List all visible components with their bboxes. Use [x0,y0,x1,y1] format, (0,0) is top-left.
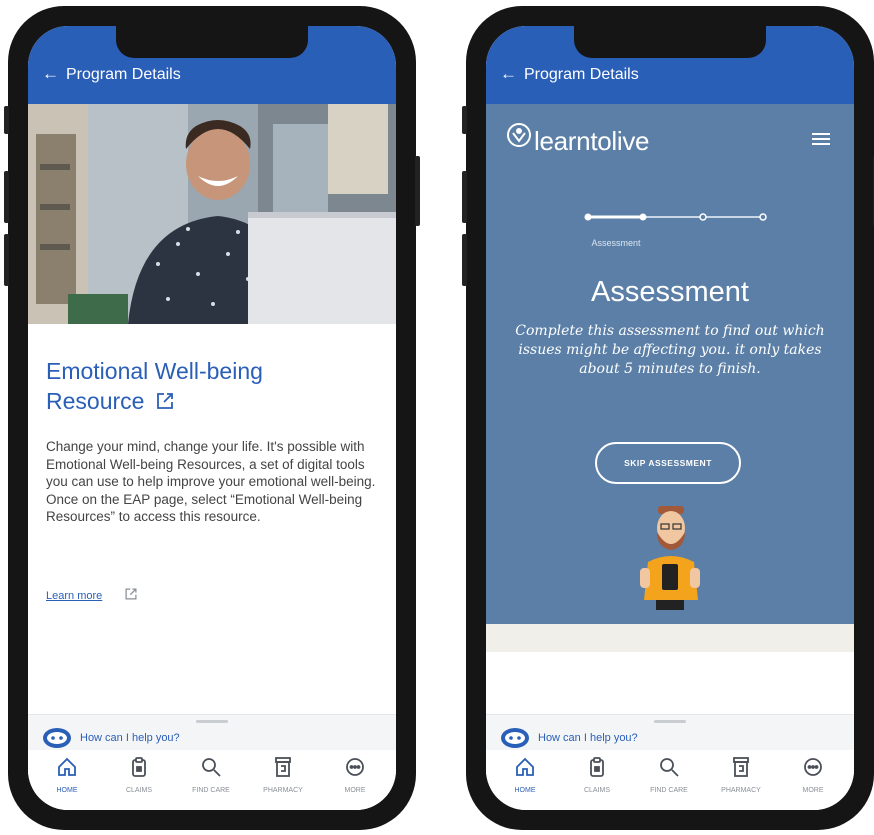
left-phone: ← Program Details Emotional Well-being R… [4,6,420,830]
tab-more[interactable]: MORE [778,756,848,794]
tab-label: HOME [514,787,536,794]
learntolive-footer-strip [486,624,854,652]
more-icon [802,758,824,782]
phone-notch [116,26,308,58]
content-description: Change your mind, change your life. It's… [46,439,376,524]
tab-home[interactable]: HOME [32,756,102,794]
tab-label: MORE [802,787,824,794]
right-screen: ← Program Details learntolive Assessment… [486,26,854,810]
clipboard-icon [128,757,150,782]
external-link-icon[interactable] [155,388,175,418]
tab-label: MORE [344,787,366,794]
external-link-icon[interactable] [124,587,138,606]
bottom-tab-bar: HOME CLAIMS FIND CARE PHARMACY MORE [486,750,854,810]
tab-claims[interactable]: CLAIMS [104,756,174,794]
skip-assessment-button[interactable]: SKIP ASSESSMENT [595,442,741,484]
tab-label: FIND CARE [192,787,230,794]
phone-volume-down-button [462,234,467,286]
chatbot-icon [500,724,530,753]
arrow-left-icon[interactable]: ← [42,64,59,84]
pill-bottle-icon [272,757,294,782]
phone-power-button [415,156,420,226]
help-bar[interactable]: How can I help you? [28,714,396,751]
more-icon [344,758,366,782]
clipboard-icon [586,757,608,782]
phone-volume-up-button [4,171,9,223]
tab-pharmacy[interactable]: PHARMACY [248,756,318,794]
character-illustration [634,504,706,629]
left-screen: ← Program Details Emotional Well-being R… [28,26,396,810]
drag-handle[interactable] [196,720,228,723]
progress-step-label: Assessment [591,238,641,248]
home-icon [56,757,78,782]
search-icon [200,758,222,782]
arrow-left-icon[interactable]: ← [500,64,517,84]
learn-more-link[interactable]: Learn more [46,590,102,602]
assessment-description: Complete this assessment to find out whi… [515,323,825,377]
learntolive-logo-icon [506,122,532,153]
right-phone: ← Program Details learntolive Assessment… [462,6,874,830]
help-prompt: How can I help you? [80,732,180,744]
tab-label: CLAIMS [125,787,153,794]
phone-volume-up-button [462,171,467,223]
tab-pharmacy[interactable]: PHARMACY [706,756,776,794]
content-title: Emotional Well-being Resource [46,356,366,418]
assessment-progress [583,210,769,228]
learntolive-logo: learntolive [534,126,650,156]
tab-claims[interactable]: CLAIMS [562,756,632,794]
learntolive-panel: learntolive Assessment Assessment Comple… [486,104,854,624]
phone-volume-down-button [4,234,9,286]
tab-find-care[interactable]: FIND CARE [176,756,246,794]
tab-label: PHARMACY [263,787,303,794]
help-prompt: How can I help you? [538,732,638,744]
tab-label: HOME [56,787,78,794]
hamburger-menu-icon[interactable] [812,132,830,151]
hero-photo [28,104,396,324]
tab-find-care[interactable]: FIND CARE [634,756,704,794]
phone-side-button [4,106,9,134]
tab-label: FIND CARE [650,787,688,794]
header-title: Program Details [66,66,181,83]
phone-notch [574,26,766,58]
assessment-heading: Assessment [591,276,749,308]
drag-handle[interactable] [654,720,686,723]
phone-side-button [462,106,467,134]
chatbot-icon [42,724,72,753]
tab-label: CLAIMS [583,787,611,794]
help-bar[interactable]: How can I help you? [486,714,854,751]
home-icon [514,757,536,782]
tab-home[interactable]: HOME [490,756,560,794]
bottom-tab-bar: HOME CLAIMS FIND CARE PHARMACY MORE [28,750,396,810]
search-icon [658,758,680,782]
pill-bottle-icon [730,757,752,782]
header-title: Program Details [524,66,639,83]
tab-more[interactable]: MORE [320,756,390,794]
tab-label: PHARMACY [721,787,761,794]
